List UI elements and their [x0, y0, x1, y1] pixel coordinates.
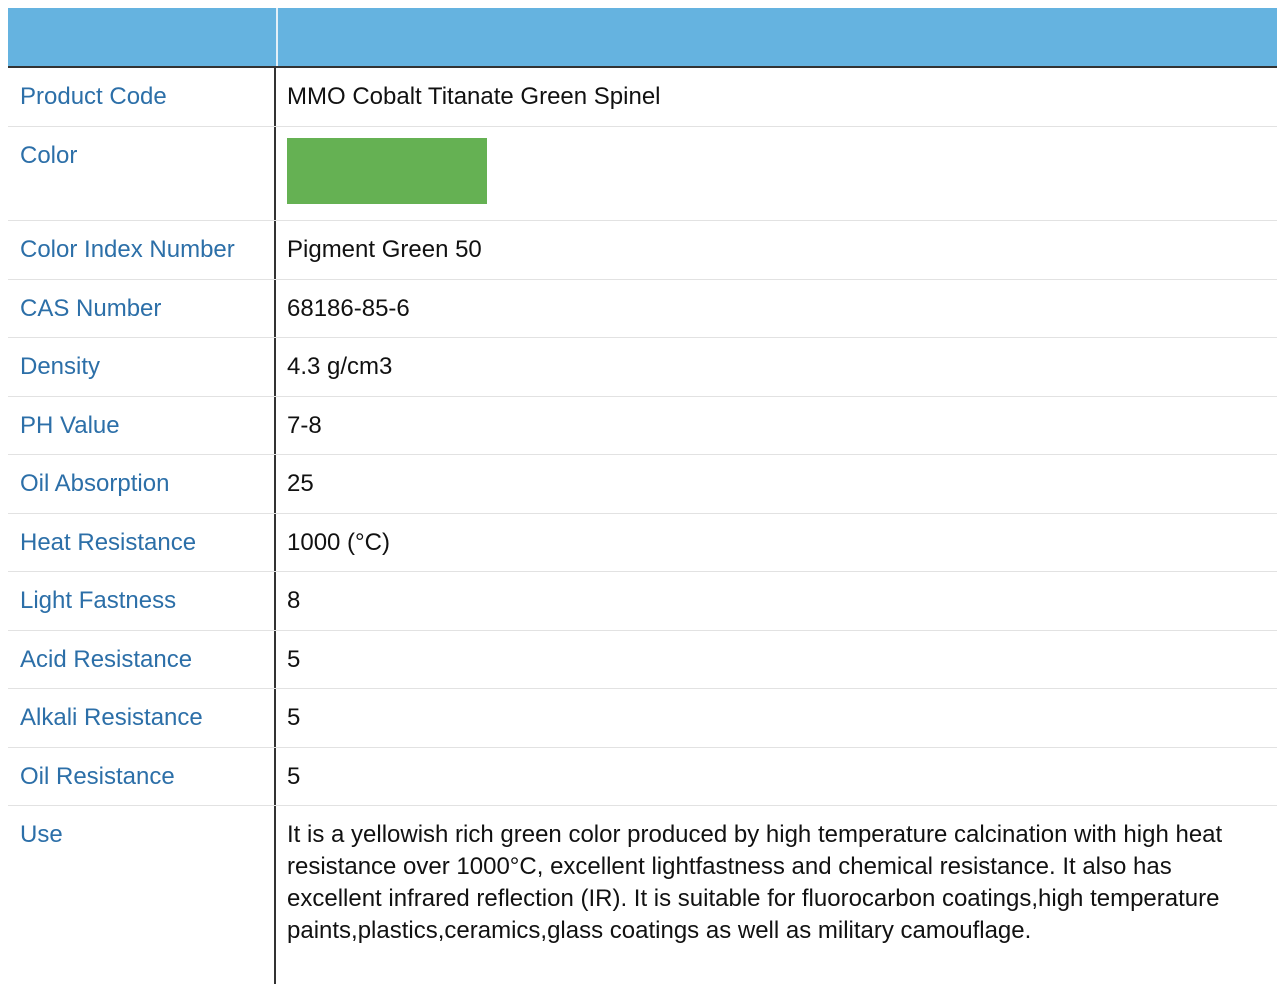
- value-alkali-resistance: 5: [287, 704, 301, 731]
- value-light-fastness: 8: [287, 587, 301, 614]
- row-cas-number: CAS Number 68186-85-6: [8, 280, 1277, 338]
- label-product-code: Product Code: [8, 68, 276, 126]
- row-oil-absorption: Oil Absorption 25: [8, 455, 1277, 514]
- value-product-code: MMO Cobalt Titanate Green Spinel: [287, 83, 661, 110]
- value-acid-resistance: 5: [287, 646, 301, 673]
- label-color-index-number: Color Index Number: [8, 221, 276, 279]
- label-oil-resistance: Oil Resistance: [8, 748, 276, 805]
- value-use: It is a yellowish rich green color produ…: [287, 821, 1223, 944]
- row-oil-resistance: Oil Resistance 5: [8, 748, 1277, 806]
- value-cas-number: 68186-85-6: [287, 295, 410, 322]
- label-alkali-resistance: Alkali Resistance: [8, 689, 276, 747]
- header-cell-label: [8, 8, 278, 66]
- value-oil-resistance: 5: [287, 763, 301, 790]
- color-swatch: [287, 138, 487, 204]
- row-acid-resistance: Acid Resistance 5: [8, 631, 1277, 689]
- label-use: Use: [8, 806, 276, 984]
- row-use: Use It is a yellowish rich green color p…: [8, 806, 1277, 984]
- row-alkali-resistance: Alkali Resistance 5: [8, 689, 1277, 748]
- label-density: Density: [8, 338, 276, 396]
- row-density: Density 4.3 g/cm3: [8, 338, 1277, 397]
- label-color: Color: [8, 127, 276, 220]
- product-spec-table: Product Code MMO Cobalt Titanate Green S…: [8, 8, 1277, 984]
- row-product-code: Product Code MMO Cobalt Titanate Green S…: [8, 68, 1277, 127]
- value-color-index-number: Pigment Green 50: [287, 236, 482, 263]
- value-color: [276, 127, 1277, 220]
- label-oil-absorption: Oil Absorption: [8, 455, 276, 513]
- value-ph-value: 7-8: [287, 412, 322, 439]
- value-oil-absorption: 25: [287, 470, 314, 497]
- value-heat-resistance: 1000 (°C): [287, 529, 390, 556]
- label-ph-value: PH Value: [8, 397, 276, 454]
- label-acid-resistance: Acid Resistance: [8, 631, 276, 688]
- value-density: 4.3 g/cm3: [287, 353, 393, 380]
- row-light-fastness: Light Fastness 8: [8, 572, 1277, 631]
- row-color-index-number: Color Index Number Pigment Green 50: [8, 221, 1277, 280]
- row-color: Color: [8, 127, 1277, 221]
- label-heat-resistance: Heat Resistance: [8, 514, 276, 571]
- row-ph-value: PH Value 7-8: [8, 397, 1277, 455]
- label-light-fastness: Light Fastness: [8, 572, 276, 630]
- header-cell-value: [278, 8, 1277, 66]
- label-cas-number: CAS Number: [8, 280, 276, 337]
- row-heat-resistance: Heat Resistance 1000 (°C): [8, 514, 1277, 572]
- table-header: [8, 8, 1277, 68]
